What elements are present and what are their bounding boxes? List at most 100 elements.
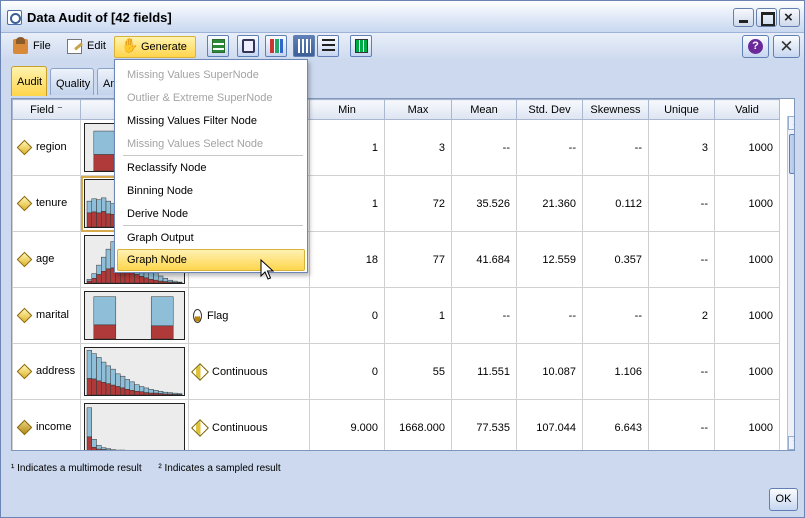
skewness-cell: 0.112 xyxy=(582,175,649,232)
scroll-thumb[interactable] xyxy=(789,134,794,174)
menu-item-binning-node[interactable]: Binning Node xyxy=(117,180,305,202)
rows-view-button[interactable] xyxy=(317,35,339,57)
histogram-bar xyxy=(86,278,92,282)
menu-item-missing-values-supernode[interactable]: Missing Values SuperNode xyxy=(117,64,305,86)
histogram-bar xyxy=(91,198,97,213)
histogram-bar xyxy=(101,447,107,450)
menu-item-graph-output[interactable]: Graph Output xyxy=(117,227,305,249)
header-max[interactable]: Max xyxy=(384,99,452,120)
address-graph[interactable] xyxy=(84,347,185,396)
maximize-button[interactable] xyxy=(756,8,777,27)
min-cell: 0 xyxy=(309,287,385,344)
histogram-bar xyxy=(124,379,130,390)
histogram-bar xyxy=(91,353,97,380)
menu-item-missing-values-filter-node[interactable]: Missing Values Filter Node xyxy=(117,110,305,132)
header-mean[interactable]: Mean xyxy=(451,99,517,120)
menu-item-graph-node[interactable]: Graph Node xyxy=(117,249,305,271)
bar-segment xyxy=(93,324,117,339)
histogram-bar xyxy=(167,279,173,283)
histogram-bar xyxy=(162,281,168,283)
histogram-bar xyxy=(86,280,92,283)
histogram-bar xyxy=(139,386,145,392)
help-button[interactable]: ? xyxy=(742,35,769,58)
rows-view-icon xyxy=(322,39,335,53)
min-cell: 0 xyxy=(309,343,385,400)
header-valid[interactable]: Valid xyxy=(714,99,780,120)
generate-menu[interactable]: Generate xyxy=(114,36,196,58)
scroll-up-arrow-icon[interactable]: ▲ xyxy=(788,116,794,130)
histogram-bar xyxy=(91,211,97,227)
graph-cell[interactable] xyxy=(80,343,189,400)
unique-cell: -- xyxy=(648,231,715,288)
valid-cell: 1000 xyxy=(714,399,780,450)
max-cell: 77 xyxy=(384,231,452,288)
scroll-down-arrow-icon[interactable]: ▼ xyxy=(788,436,794,450)
file-menu-label: File xyxy=(33,40,51,52)
edit-menu[interactable]: Edit xyxy=(61,36,111,58)
min-cell: 1 xyxy=(309,175,385,232)
nominal-field-icon xyxy=(16,363,33,380)
graph-cell[interactable] xyxy=(80,287,189,344)
menu-item-derive-node[interactable]: Derive Node xyxy=(117,203,305,225)
window-close-button[interactable]: × xyxy=(779,8,800,27)
income-graph[interactable] xyxy=(84,403,185,451)
menu-toolbar: File Edit Generate xyxy=(1,33,804,61)
grid-view-button[interactable] xyxy=(350,35,372,57)
mean-cell: 35.526 xyxy=(451,175,517,232)
mean-cell: -- xyxy=(451,119,517,176)
histogram-bar xyxy=(153,272,159,281)
table-row[interactable]: marital Flag 0 1 -- -- -- 2 1000 xyxy=(12,287,780,344)
field-cell: region xyxy=(12,119,81,176)
chart-button[interactable] xyxy=(265,35,287,57)
file-menu[interactable]: File xyxy=(7,36,57,58)
table-row[interactable]: income Continuous 9.000 1668.000 77.535 … xyxy=(12,399,780,451)
table-row[interactable]: address Continuous 0 55 11.551 10.087 1.… xyxy=(12,343,780,400)
minimize-button[interactable] xyxy=(733,8,754,27)
valid-cell: 1000 xyxy=(714,287,780,344)
nominal-field-icon xyxy=(16,251,33,268)
histogram-bar xyxy=(148,392,154,395)
histogram-bar xyxy=(91,378,97,395)
tab-quality[interactable]: Quality xyxy=(50,68,94,95)
histogram-bar xyxy=(86,407,92,438)
header-field[interactable]: Field ⁻ xyxy=(12,99,81,120)
std-dev-cell: -- xyxy=(516,119,583,176)
header-std-dev[interactable]: Std. Dev xyxy=(516,99,583,120)
histogram-bar xyxy=(129,390,135,395)
edit-menu-label: Edit xyxy=(87,40,106,52)
close-button[interactable]: ✕ xyxy=(773,35,800,58)
columns-view-button[interactable] xyxy=(293,35,315,57)
menu-item-missing-values-select-node[interactable]: Missing Values Select Node xyxy=(117,133,305,155)
histogram-bar xyxy=(105,365,111,384)
histogram-bar xyxy=(101,197,107,212)
window-title: Data Audit of [42 fields] xyxy=(27,10,172,25)
tab-audit[interactable]: Audit xyxy=(11,66,47,96)
histogram-bar xyxy=(134,384,140,392)
menu-item-outlier-extreme-supernode[interactable]: Outlier & Extreme SuperNode xyxy=(117,87,305,109)
graph-cell[interactable] xyxy=(80,399,189,451)
histogram-bar xyxy=(101,382,107,395)
header-min[interactable]: Min xyxy=(309,99,385,120)
histogram-bar xyxy=(162,393,168,395)
columns-view-icon xyxy=(298,39,311,53)
histogram-bar xyxy=(96,199,102,214)
field-cell: age xyxy=(12,231,81,288)
vertical-scrollbar[interactable]: ▲ ▼ xyxy=(787,116,794,450)
table-output-button[interactable] xyxy=(207,35,229,57)
header-unique[interactable]: Unique xyxy=(648,99,715,120)
header-skewness[interactable]: Skewness xyxy=(582,99,649,120)
histogram-bar xyxy=(96,448,102,450)
generate-menu-label: Generate xyxy=(141,41,187,53)
std-dev-cell: 107.044 xyxy=(516,399,583,450)
histogram-bar xyxy=(162,278,168,282)
marital-graph[interactable] xyxy=(84,291,185,340)
title-bar: Data Audit of [42 fields] × xyxy=(1,1,804,33)
print-button[interactable] xyxy=(237,35,259,57)
multimode-footnote: ¹ Indicates a multimode result xyxy=(11,463,142,474)
mean-cell: 11.551 xyxy=(451,343,517,400)
ok-button[interactable]: OK xyxy=(769,488,798,511)
max-cell: 72 xyxy=(384,175,452,232)
menu-separator xyxy=(123,225,303,226)
histogram-bar xyxy=(96,380,102,395)
menu-item-reclassify-node[interactable]: Reclassify Node xyxy=(117,157,305,179)
